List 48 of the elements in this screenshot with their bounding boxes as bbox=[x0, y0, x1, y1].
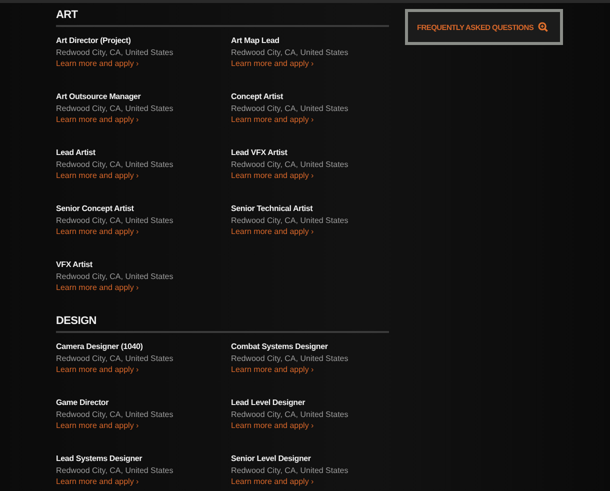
job-title: Concept Artist bbox=[231, 91, 284, 102]
job-title: Lead Level Designer bbox=[231, 397, 306, 408]
job-location: Redwood City, CA, United States bbox=[231, 102, 348, 114]
search-icon bbox=[538, 22, 548, 32]
apply-link[interactable]: Learn more and apply › bbox=[231, 114, 314, 126]
job-title: Combat Systems Designer bbox=[231, 341, 328, 352]
job-title: Lead Systems Designer bbox=[56, 453, 142, 464]
apply-link[interactable]: Learn more and apply › bbox=[231, 476, 314, 488]
apply-link[interactable]: Learn more and apply › bbox=[56, 58, 139, 70]
job-title: Senior Level Designer bbox=[231, 453, 311, 464]
job-title: Lead VFX Artist bbox=[231, 147, 288, 158]
apply-link[interactable]: Learn more and apply › bbox=[56, 420, 139, 432]
job-title: Game Director bbox=[56, 397, 109, 408]
job-location: Redwood City, CA, United States bbox=[56, 158, 174, 170]
job-title: Art Director (Project) bbox=[56, 35, 131, 46]
job-title: Senior Technical Artist bbox=[231, 203, 313, 214]
apply-link[interactable]: Learn more and apply › bbox=[56, 282, 139, 294]
job-title: Senior Concept Artist bbox=[56, 203, 134, 214]
apply-link[interactable]: Learn more and apply › bbox=[231, 58, 314, 70]
job-title: Camera Designer (1040) bbox=[56, 341, 143, 352]
apply-link[interactable]: Learn more and apply › bbox=[231, 420, 314, 432]
job-location: Redwood City, CA, United States bbox=[56, 46, 174, 58]
job-title: Art Outsource Manager bbox=[56, 91, 141, 102]
job-title: Art Map Lead bbox=[231, 35, 280, 46]
section-heading: DESIGN bbox=[56, 315, 389, 333]
job-location: Redwood City, CA, United States bbox=[231, 158, 348, 170]
job-location: Redwood City, CA, United States bbox=[231, 46, 348, 58]
job-location: Redwood City, CA, United States bbox=[56, 214, 174, 226]
job-title: Lead Artist bbox=[56, 147, 96, 158]
section-heading: ART bbox=[56, 9, 389, 27]
apply-link[interactable]: Learn more and apply › bbox=[56, 226, 139, 238]
job-location: Redwood City, CA, United States bbox=[56, 464, 174, 476]
apply-link[interactable]: Learn more and apply › bbox=[231, 226, 314, 238]
apply-link[interactable]: Learn more and apply › bbox=[231, 364, 314, 376]
job-location: Redwood City, CA, United States bbox=[56, 352, 174, 364]
apply-link[interactable]: Learn more and apply › bbox=[56, 364, 139, 376]
apply-link[interactable]: Learn more and apply › bbox=[231, 170, 314, 182]
job-location: Redwood City, CA, United States bbox=[231, 464, 348, 476]
job-location: Redwood City, CA, United States bbox=[56, 408, 174, 420]
job-title: VFX Artist bbox=[56, 259, 92, 270]
job-location: Redwood City, CA, United States bbox=[231, 408, 348, 420]
apply-link[interactable]: Learn more and apply › bbox=[56, 476, 139, 488]
job-location: Redwood City, CA, United States bbox=[56, 270, 174, 282]
job-location: Redwood City, CA, United States bbox=[231, 352, 348, 364]
job-location: Redwood City, CA, United States bbox=[231, 214, 348, 226]
apply-link[interactable]: Learn more and apply › bbox=[56, 114, 139, 126]
job-location: Redwood City, CA, United States bbox=[56, 102, 174, 114]
apply-link[interactable]: Learn more and apply › bbox=[56, 170, 139, 182]
